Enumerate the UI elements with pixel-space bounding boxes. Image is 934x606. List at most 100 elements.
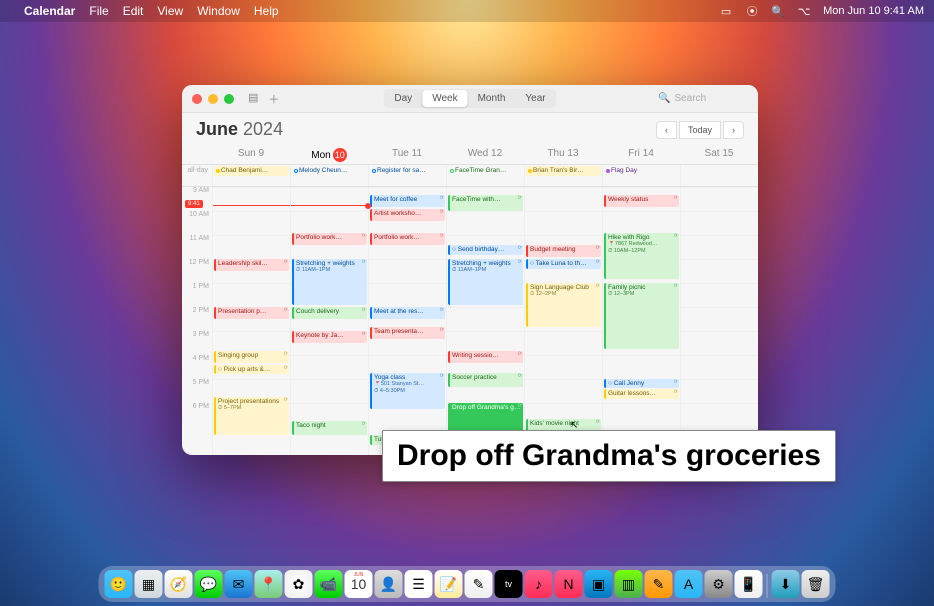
- event[interactable]: Soccer practice⟳: [448, 373, 523, 387]
- day-header[interactable]: Tue 11: [368, 148, 446, 162]
- day-header[interactable]: Thu 13: [524, 148, 602, 162]
- view-week[interactable]: Week: [422, 90, 467, 107]
- allday-event[interactable]: Melody Cheun…: [292, 166, 367, 176]
- minimize-button[interactable]: [208, 94, 218, 104]
- day-header[interactable]: Wed 12: [446, 148, 524, 162]
- wifi-icon[interactable]: ⦿: [745, 4, 759, 18]
- dock-finder[interactable]: 🙂: [105, 570, 133, 598]
- dock-launchpad[interactable]: ▦: [135, 570, 163, 598]
- dock-pages[interactable]: ✎: [645, 570, 673, 598]
- view-segmented-control[interactable]: Day Week Month Year: [383, 89, 556, 108]
- dock-facetime[interactable]: 📹: [315, 570, 343, 598]
- dock-trash[interactable]: 🗑: [802, 570, 830, 598]
- dock-news[interactable]: N: [555, 570, 583, 598]
- menu-view[interactable]: View: [157, 4, 183, 18]
- day-column-thu[interactable]: Budget meeting⟳ ○ Take Luna to th…⟳ Sign L…: [524, 187, 602, 455]
- day-header[interactable]: Fri 14: [602, 148, 680, 162]
- event[interactable]: Writing sessio…⟳: [448, 351, 523, 363]
- dock-numbers[interactable]: ▥: [615, 570, 643, 598]
- zoom-button[interactable]: [224, 94, 234, 104]
- dock-contacts[interactable]: 👤: [375, 570, 403, 598]
- control-center-icon[interactable]: ⌥: [797, 4, 811, 18]
- event[interactable]: Project presentations⏱ 5–7PM⟳: [214, 397, 289, 435]
- dock-safari[interactable]: 🧭: [165, 570, 193, 598]
- day-header-today[interactable]: Mon10: [290, 148, 368, 162]
- event[interactable]: ○ Call Jenny⟳: [604, 379, 679, 388]
- event[interactable]: Meet at the res…⟳: [370, 307, 445, 319]
- event[interactable]: Stretching + weights⏱ 11AM–1PM⟳: [448, 259, 523, 305]
- prev-week-button[interactable]: ‹: [656, 121, 677, 139]
- day-column-tue[interactable]: Meet for coffee⟳ Artist worksho…⟳ Portfoli…: [368, 187, 446, 455]
- event[interactable]: Stretching + weights⏱ 11AM–1PM⟳: [292, 259, 367, 305]
- event[interactable]: Singing group⟳: [214, 351, 289, 363]
- event[interactable]: Sign Language Club⏱ 12–2PM⟳: [526, 283, 601, 327]
- event[interactable]: Weekly status⟳: [604, 195, 679, 207]
- dock-keynote[interactable]: ▣: [585, 570, 613, 598]
- calendars-toggle-icon[interactable]: ▤: [248, 91, 258, 107]
- dock-settings[interactable]: ⚙: [705, 570, 733, 598]
- dock-notes[interactable]: 📝: [435, 570, 463, 598]
- event[interactable]: Meet for coffee⟳: [370, 195, 445, 207]
- day-column-fri[interactable]: Weekly status⟳ Hike with Rigo📍7867 Redwoo…: [602, 187, 680, 455]
- menu-edit[interactable]: Edit: [123, 4, 144, 18]
- event[interactable]: Artist worksho…⟳: [370, 209, 445, 221]
- dock-messages[interactable]: 💬: [195, 570, 223, 598]
- event[interactable]: ○ Pick up arts &…⟳: [214, 365, 289, 374]
- week-grid[interactable]: 9 AM10 AM11 AM12 PM1 PM2 PM3 PM4 PM5 PM6…: [182, 187, 758, 455]
- event[interactable]: Drop off Grandma's groceries⟳: [448, 403, 523, 433]
- event[interactable]: Keynote by Ja…⟳: [292, 331, 367, 343]
- dock-calendar[interactable]: JUN10: [345, 570, 373, 598]
- allday-event[interactable]: Flag Day: [604, 166, 679, 176]
- allday-event[interactable]: Chad Benjami…: [214, 166, 289, 176]
- allday-event[interactable]: FaceTime Gran…: [448, 166, 523, 176]
- event[interactable]: Portfolio work…⟳: [370, 233, 445, 245]
- day-column-sun[interactable]: 9:41 Leadership skil…⟳Presentation p…⟳Si…: [212, 187, 290, 455]
- day-column-sat[interactable]: [680, 187, 758, 455]
- event[interactable]: Portfolio work…⟳: [292, 233, 367, 245]
- dock-photos[interactable]: ✿: [285, 570, 313, 598]
- dock-music[interactable]: ♪: [525, 570, 553, 598]
- day-header[interactable]: Sun 9: [212, 148, 290, 162]
- event[interactable]: ○ Take Luna to th…⟳: [526, 259, 601, 269]
- event[interactable]: Hike with Rigo📍7867 Redwood…⏱ 10AM–12PM⟳: [604, 233, 679, 279]
- event[interactable]: Yoga class📍501 Stanyan St…⏱ 4–5:30PM⟳: [370, 373, 445, 409]
- next-week-button[interactable]: ›: [723, 121, 744, 139]
- event[interactable]: Leadership skil…⟳: [214, 259, 289, 271]
- add-event-icon[interactable]: ＋: [268, 91, 279, 107]
- menu-window[interactable]: Window: [197, 4, 240, 18]
- event[interactable]: Couch delivery⟳: [292, 307, 367, 319]
- menu-file[interactable]: File: [89, 4, 108, 18]
- allday-event[interactable]: Register for sa…: [370, 166, 445, 176]
- search-field[interactable]: 🔍 Search: [658, 93, 748, 104]
- event[interactable]: Guitar lessons…⟳: [604, 389, 679, 399]
- event[interactable]: Team presenta…⟳: [370, 327, 445, 339]
- event[interactable]: Taco night⟳: [292, 421, 367, 435]
- menu-help[interactable]: Help: [254, 4, 279, 18]
- event[interactable]: FaceTime with…⟳: [448, 195, 523, 211]
- battery-icon[interactable]: ▭: [719, 4, 733, 18]
- dock-maps[interactable]: 📍: [255, 570, 283, 598]
- dock-freeform[interactable]: ✎: [465, 570, 493, 598]
- today-button[interactable]: Today: [679, 121, 721, 139]
- day-column-mon[interactable]: Portfolio work…⟳ Stretching + weights⏱ 11…: [290, 187, 368, 455]
- app-menu[interactable]: Calendar: [24, 4, 75, 18]
- event[interactable]: Presentation p…⟳: [214, 307, 289, 319]
- day-header[interactable]: Sat 15: [680, 148, 758, 162]
- view-day[interactable]: Day: [384, 90, 422, 107]
- day-column-wed[interactable]: FaceTime with…⟳ ○ Send birthday…⟳ Stretchi…: [446, 187, 524, 455]
- menubar-clock[interactable]: Mon Jun 10 9:41 AM: [823, 5, 924, 17]
- event[interactable]: ○ Send birthday…⟳: [448, 245, 523, 255]
- close-button[interactable]: [192, 94, 202, 104]
- allday-event[interactable]: Brian Tran's Bir…: [526, 166, 601, 176]
- event[interactable]: Budget meeting⟳: [526, 245, 601, 257]
- spotlight-icon[interactable]: 🔍: [771, 4, 785, 18]
- dock-mail[interactable]: ✉: [225, 570, 253, 598]
- view-month[interactable]: Month: [468, 90, 516, 107]
- dock-downloads[interactable]: ⬇: [772, 570, 800, 598]
- dock-tv[interactable]: tv: [495, 570, 523, 598]
- event[interactable]: Family picnic⏱ 12–3PM⟳: [604, 283, 679, 349]
- view-year[interactable]: Year: [515, 90, 555, 107]
- dock-iphone-mirror[interactable]: 📱: [735, 570, 763, 598]
- dock-reminders[interactable]: ☰: [405, 570, 433, 598]
- dock-appstore[interactable]: A: [675, 570, 703, 598]
